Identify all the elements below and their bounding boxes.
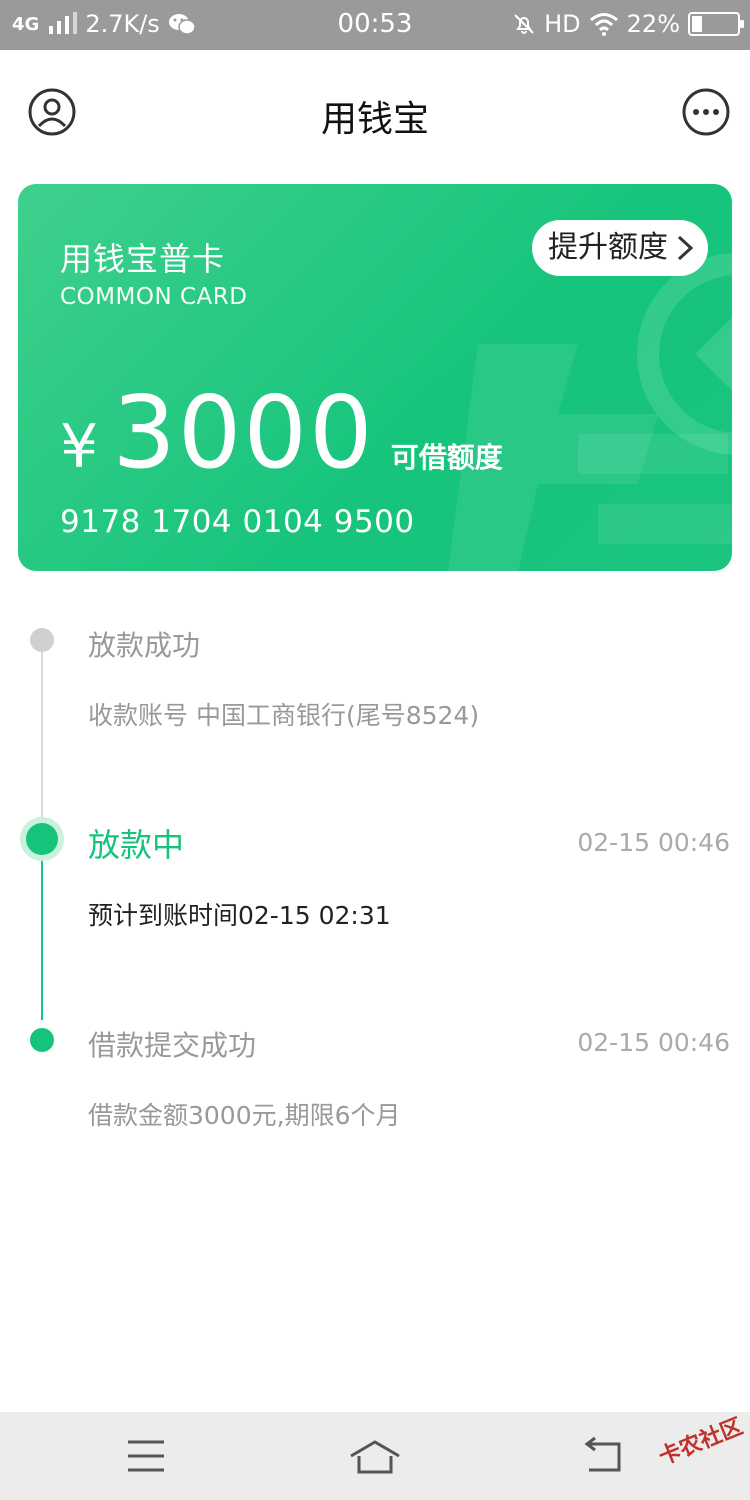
- card-subtitle: COMMON CARD: [60, 284, 248, 310]
- more-icon[interactable]: [682, 88, 730, 136]
- credit-card[interactable]: 用钱宝普卡 COMMON CARD 提升额度 ¥ 3000 可借额度 9178 …: [18, 184, 732, 571]
- timeline-title: 借款提交成功: [88, 1029, 257, 1062]
- hd-badge: HD: [544, 10, 581, 38]
- available-amount: 3000: [112, 374, 375, 491]
- timeline-connector: [41, 640, 43, 840]
- chevron-right-icon: [677, 235, 694, 261]
- timeline-dot-pending: [30, 628, 54, 652]
- timeline-desc: 借款金额3000元,期限6个月: [88, 1101, 401, 1130]
- timeline-time: 02-15 00:46: [577, 1028, 730, 1057]
- wifi-icon: [589, 13, 618, 36]
- timeline-title: 放款成功: [88, 629, 201, 662]
- bell-off-icon: [514, 14, 534, 34]
- app-header: 用钱宝: [0, 50, 750, 170]
- upgrade-limit-button[interactable]: 提升额度: [532, 220, 708, 276]
- timeline-title-active: 放款中: [88, 826, 185, 864]
- status-right: HD 22%: [512, 10, 744, 38]
- back-icon[interactable]: [573, 1436, 633, 1476]
- timeline-connector-active: [41, 840, 43, 1020]
- system-nav-bar: [0, 1412, 750, 1500]
- status-bar: 4G 2.7K/s 00:53 HD 22%: [0, 0, 750, 50]
- timeline-desc: 收款账号 中国工商银行(尾号8524): [88, 701, 480, 730]
- battery-icon: [688, 12, 744, 36]
- menu-icon[interactable]: [116, 1436, 176, 1476]
- timeline-dot-done: [30, 1028, 54, 1052]
- card-name: 用钱宝普卡: [60, 240, 226, 278]
- home-icon[interactable]: [345, 1436, 405, 1476]
- timeline-desc: 预计到账时间02-15 02:31: [88, 901, 391, 930]
- amount-row: ¥ 3000 可借额度: [60, 374, 503, 491]
- timeline-dot-active: [26, 823, 58, 855]
- currency-symbol: ¥: [60, 412, 99, 482]
- page-title: 用钱宝: [320, 99, 429, 140]
- available-amount-label: 可借额度: [390, 441, 503, 474]
- card-number: 9178 1704 0104 9500: [60, 504, 415, 540]
- upgrade-limit-label: 提升额度: [548, 230, 668, 265]
- battery-percent: 22%: [626, 10, 680, 38]
- timeline-time: 02-15 00:46: [577, 828, 730, 857]
